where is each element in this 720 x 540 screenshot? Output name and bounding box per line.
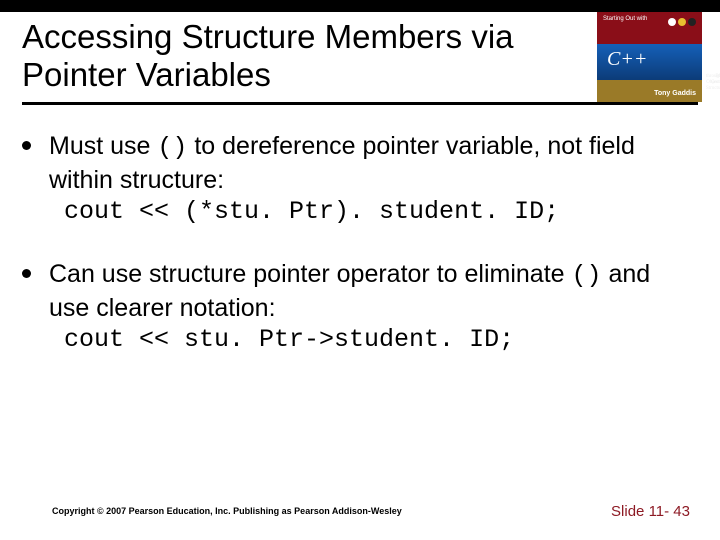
book-cover: Starting Out with C++ From Control Struc… (597, 12, 702, 102)
book-heading: Starting Out with (603, 16, 647, 22)
book-lang: C++ (607, 48, 647, 71)
bullet-icon (22, 269, 31, 278)
book-author: Tony Gaddis (654, 90, 696, 97)
item-text: Can use structure pointer operator to el… (49, 258, 692, 356)
copyright-text: Copyright © 2007 Pearson Education, Inc.… (52, 506, 402, 516)
slide-title: Accessing Structure Members via Pointer … (22, 18, 562, 94)
book-bottom: Tony Gaddis (597, 80, 702, 102)
code-line: cout << stu. Ptr->student. ID; (64, 324, 692, 356)
item-text: Must use () to dereference pointer varia… (49, 130, 692, 228)
title-underline (22, 102, 698, 105)
content-area: Must use () to dereference pointer varia… (22, 130, 692, 386)
list-item: Must use () to dereference pointer varia… (22, 130, 692, 228)
code-line: cout << (*stu. Ptr). student. ID; (64, 196, 692, 228)
slide: Accessing Structure Members via Pointer … (0, 0, 720, 540)
book-top: Starting Out with (597, 12, 702, 44)
list-item: Can use structure pointer operator to el… (22, 258, 692, 356)
book-mid: C++ From Control Structuresthrough Objec… (597, 44, 702, 80)
slide-number: Slide 11- 43 (611, 503, 690, 520)
billiard-balls-icon (668, 18, 696, 26)
top-bar (0, 0, 720, 12)
bullet-icon (22, 141, 31, 150)
